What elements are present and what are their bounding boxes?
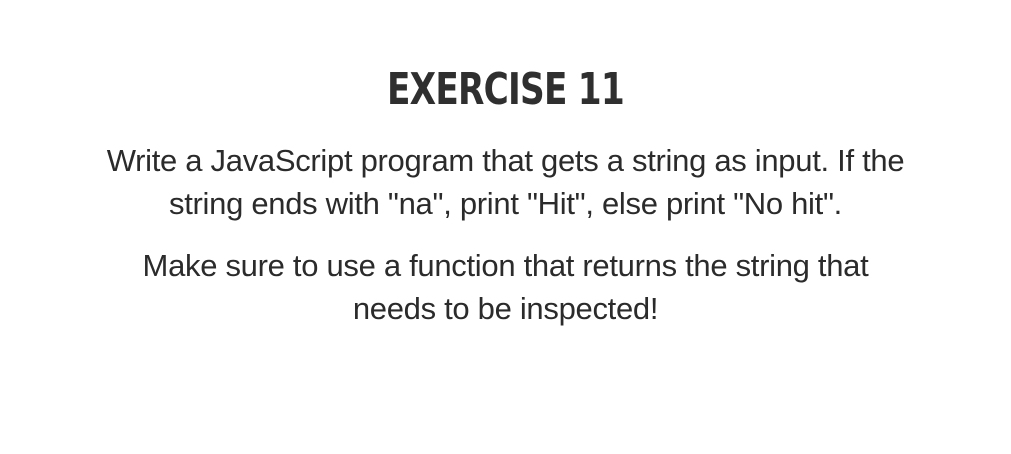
instruction-line: Make sure to use a function that returns…: [142, 248, 869, 283]
slide-title: EXERCISE 11: [386, 64, 625, 115]
instruction-line: needs to be inspected!: [352, 291, 659, 326]
exercise-instruction: Make sure to use a function that returns…: [56, 244, 956, 330]
description-line: Write a JavaScript program that gets a s…: [106, 143, 905, 178]
slide: EXERCISE 11 Write a JavaScript program t…: [0, 0, 1011, 454]
description-line: string ends with "na", print "Hit", else…: [169, 186, 842, 221]
exercise-description: Write a JavaScript program that gets a s…: [56, 139, 956, 225]
